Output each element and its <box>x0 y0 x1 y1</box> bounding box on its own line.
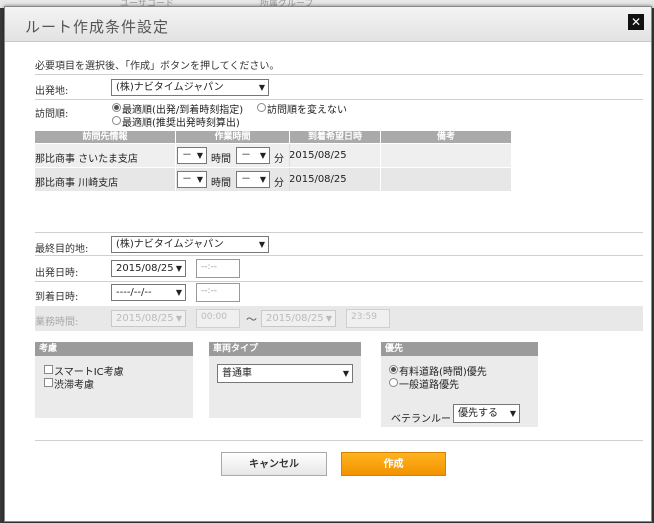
work-minute-select[interactable]: － ▼ <box>236 147 270 164</box>
dialog-title: ルート作成条件設定 <box>25 18 170 36</box>
chevron-down-icon: ▼ <box>258 240 265 249</box>
veteran-route-label: ベテランルート <box>391 414 461 425</box>
create-button[interactable]: 作成 <box>341 452 446 476</box>
final-destination-value: (株)ナビタイムジャパン <box>116 239 224 250</box>
general-road-priority-label: 一般道路優先 <box>399 380 459 391</box>
column-divider <box>289 168 290 191</box>
hour-unit: 時間 <box>211 154 231 165</box>
column-divider <box>175 144 176 167</box>
arrival-date: 2015/08/25 <box>289 150 347 161</box>
vehicle-panel-title: 車両タイプ <box>209 342 361 356</box>
close-icon[interactable]: ✕ <box>628 14 644 30</box>
divider <box>35 281 643 282</box>
chevron-down-icon: ▼ <box>342 369 349 378</box>
divider <box>35 74 643 75</box>
business-end-date-select: 2015/08/25 ▼ <box>261 310 336 327</box>
departure-select[interactable]: (株)ナビタイムジャパン ▼ <box>111 79 269 96</box>
range-separator: ～ <box>246 313 257 326</box>
departure-date-select[interactable]: 2015/08/25 ▼ <box>111 260 186 277</box>
table-row: 那比商事 川崎支店 － ▼ 時間 － ▼ 分 2015/08/25 <box>35 168 511 191</box>
business-start-time-input: 00:00 <box>196 309 240 328</box>
minute-unit: 分 <box>274 178 284 189</box>
vehicle-type-select[interactable]: 普通車 ▼ <box>217 364 353 383</box>
column-divider <box>380 168 381 191</box>
work-hour-select[interactable]: － ▼ <box>177 171 207 188</box>
work-minute-value: － <box>241 174 251 185</box>
vehicle-panel: 車両タイプ 普通車 ▼ <box>209 342 361 418</box>
visit-order-radio-optimal-fixed[interactable] <box>112 103 121 112</box>
chevron-down-icon: ▼ <box>509 409 516 418</box>
column-divider <box>175 168 176 191</box>
vehicle-type-value: 普通車 <box>222 368 252 379</box>
final-destination-select[interactable]: (株)ナビタイムジャパン ▼ <box>111 236 269 253</box>
departure-date-value: 2015/08/25 <box>116 263 174 274</box>
departure-time-label: 出発日時: <box>35 268 79 279</box>
visit-order-option-label: 最適順(推奨出発時刻算出) <box>122 118 240 129</box>
chevron-down-icon: ▼ <box>175 264 182 273</box>
visit-order-label: 訪問順: <box>35 109 69 120</box>
chevron-down-icon: ▼ <box>259 151 266 160</box>
dialog-titlebar: ルート作成条件設定 ✕ <box>5 7 651 42</box>
business-start-date-select: 2015/08/25 ▼ <box>111 310 186 327</box>
consider-panel: 考慮 スマートIC考慮 渋滞考慮 <box>35 342 193 418</box>
work-hour-value: － <box>182 150 192 161</box>
work-minute-value: － <box>241 150 251 161</box>
chevron-down-icon: ▼ <box>175 288 182 297</box>
business-start-date-value: 2015/08/25 <box>116 313 174 324</box>
hour-unit: 時間 <box>211 178 231 189</box>
divider <box>35 255 643 256</box>
final-destination-label: 最終目的地: <box>35 244 89 255</box>
work-hour-select[interactable]: － ▼ <box>177 147 207 164</box>
chevron-down-icon: ▼ <box>196 175 203 184</box>
arrival-date-value: ----/--/-- <box>116 287 152 298</box>
table-row: 那比商事 さいたま支店 － ▼ 時間 － ▼ 分 2015/08/25 <box>35 144 511 167</box>
chevron-down-icon: ▼ <box>325 314 332 323</box>
route-condition-dialog: ルート作成条件設定 ✕ 必要項目を選択後、「作成」ボタンを押してください。 出発… <box>4 6 652 522</box>
consider-panel-title: 考慮 <box>35 342 193 356</box>
column-divider <box>380 144 381 167</box>
table-header-note: 備考 <box>381 131 511 143</box>
chevron-down-icon: ▼ <box>258 83 265 92</box>
visit-name: 那比商事 さいたま支店 <box>35 154 138 165</box>
smart-ic-checkbox[interactable] <box>44 365 53 374</box>
divider <box>35 440 643 441</box>
general-road-priority-radio[interactable] <box>389 378 398 387</box>
business-end-time-input: 23:59 <box>346 309 390 328</box>
traffic-label: 渋滞考慮 <box>54 380 94 391</box>
departure-time-input[interactable]: --:-- <box>196 259 240 278</box>
traffic-checkbox[interactable] <box>44 378 53 387</box>
minute-unit: 分 <box>274 154 284 165</box>
table-header-work-time: 作業時間 <box>176 131 289 143</box>
instruction-text: 必要項目を選択後、「作成」ボタンを押してください。 <box>35 61 280 72</box>
business-hours-label: 業務時間: <box>35 317 79 328</box>
chevron-down-icon: ▼ <box>259 175 266 184</box>
arrival-time-label: 到着日時: <box>35 292 79 303</box>
visit-name: 那比商事 川崎支店 <box>35 178 119 189</box>
business-end-date-value: 2015/08/25 <box>266 313 324 324</box>
arrival-time-input[interactable]: --:-- <box>196 283 240 302</box>
chevron-down-icon: ▼ <box>196 151 203 160</box>
divider <box>35 232 643 233</box>
priority-panel: 優先 有料道路(時間)優先 一般道路優先 ベテランルート 優先する ▼ <box>381 342 538 427</box>
veteran-route-value: 優先する <box>458 408 498 419</box>
arrival-date-select[interactable]: ----/--/-- ▼ <box>111 284 186 301</box>
work-minute-select[interactable]: － ▼ <box>236 171 270 188</box>
visit-order-radio-keep[interactable] <box>257 103 266 112</box>
veteran-route-select[interactable]: 優先する ▼ <box>453 404 520 423</box>
divider <box>35 99 643 100</box>
toll-road-priority-radio[interactable] <box>389 365 398 374</box>
chevron-down-icon: ▼ <box>175 314 182 323</box>
visit-order-radio-optimal-recommended[interactable] <box>112 116 121 125</box>
priority-panel-title: 優先 <box>381 342 538 356</box>
table-header-visit-info: 訪問先情報 <box>35 131 175 143</box>
departure-label: 出発地: <box>35 86 69 97</box>
table-header-arrival-wish: 到着希望日時 <box>290 131 380 143</box>
visit-order-option-label: 訪問順を変えない <box>267 105 347 116</box>
cancel-button[interactable]: キャンセル <box>221 452 327 476</box>
column-divider <box>289 144 290 167</box>
arrival-date: 2015/08/25 <box>289 174 347 185</box>
departure-value: (株)ナビタイムジャパン <box>116 82 224 93</box>
work-hour-value: － <box>182 174 192 185</box>
